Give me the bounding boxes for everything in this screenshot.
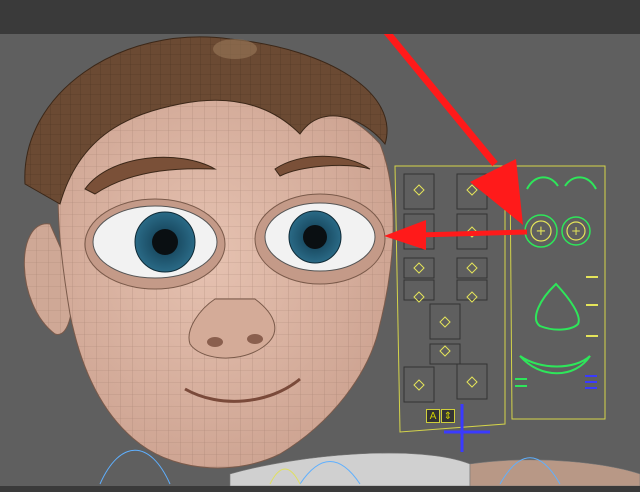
window-bottom-bar: [0, 486, 640, 492]
eye-left-symbol: +: [536, 224, 547, 239]
eye-left-control[interactable]: +: [524, 214, 558, 248]
eye-right-symbol: +: [571, 224, 581, 238]
toggle-arrows-button[interactable]: ⇕: [441, 409, 455, 423]
viewport-canvas[interactable]: + +: [0, 34, 640, 486]
right-eye: [254, 193, 386, 285]
facial-rig-right-panel[interactable]: + +: [509, 165, 606, 420]
mouth-control-icon[interactable]: [515, 355, 591, 387]
eyebrow-control-icon[interactable]: [526, 176, 597, 190]
eye-right-control[interactable]: +: [561, 216, 591, 246]
3d-viewport[interactable]: + + A ⇕: [0, 34, 640, 486]
left-eye: [84, 198, 226, 290]
window-top-bar: [0, 0, 640, 34]
toggle-a-button[interactable]: A: [426, 409, 440, 423]
nose-control-icon[interactable]: [535, 282, 580, 331]
character-head[interactable]: [23, 36, 394, 469]
annotation-arrow-icon: [383, 34, 528, 250]
